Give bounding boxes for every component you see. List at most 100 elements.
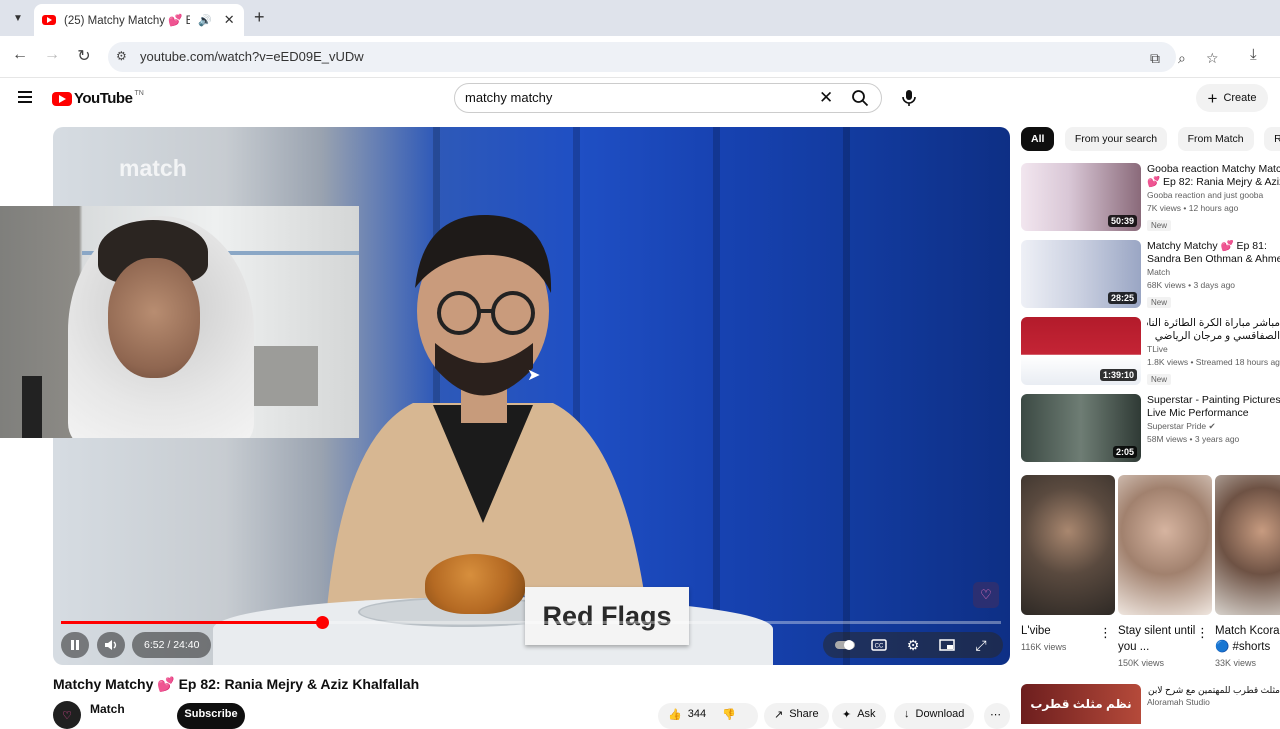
chip-from-match[interactable]: From Match xyxy=(1177,127,1254,151)
like-count[interactable]: 344 xyxy=(688,708,706,720)
recommendation-item[interactable]: 1:39:10 مباشر مباراة الكرة الطائرة الناد… xyxy=(1021,317,1280,385)
miniplayer-icon[interactable] xyxy=(935,632,959,658)
short-thumbnail[interactable] xyxy=(1215,475,1280,615)
search-box: ✕ xyxy=(454,83,882,113)
install-app-icon[interactable]: ⧉ xyxy=(1150,50,1160,67)
browser-tab-active[interactable]: (25) Matchy Matchy 💕 Ep 🔊 ✕ xyxy=(34,4,244,36)
recommendation-channel: Aloramah Studio xyxy=(1147,697,1210,707)
channel-avatar[interactable]: ♡ xyxy=(53,701,81,729)
url-text[interactable]: youtube.com/watch?v=eED09E_vUDw xyxy=(140,49,364,64)
fullscreen-icon[interactable]: ⤢ xyxy=(969,632,993,658)
recommendation-info[interactable]: Gooba reaction Matchy Matchy 💕 Ep 82: Ra… xyxy=(1147,163,1280,233)
like-thumb-icon[interactable]: 👍 xyxy=(668,708,682,721)
ask-label: Ask xyxy=(857,708,876,720)
recommendation-item[interactable]: 28:25 Matchy Matchy 💕 Ep 81: Sandra Ben … xyxy=(1021,240,1280,308)
search-input[interactable] xyxy=(465,90,805,105)
short-more-icon[interactable]: ⋮ xyxy=(1099,625,1112,641)
recommendation-info[interactable]: مباشر مباراة الكرة الطائرة النادي الرياض… xyxy=(1147,317,1280,387)
recommendation-info[interactable]: Superstar - Painting Pictures Live Mic P… xyxy=(1147,394,1280,446)
short-title-text: Stay silent until you ... xyxy=(1118,625,1196,653)
volume-button[interactable] xyxy=(97,632,125,658)
filter-chips: All From your search From Match Relat xyxy=(1021,127,1280,151)
recommendation-item[interactable]: 50:39 Gooba reaction Matchy Matchy 💕 Ep … xyxy=(1021,163,1280,231)
reload-icon[interactable]: ↻ xyxy=(73,46,95,66)
short-views: 150K views xyxy=(1118,658,1165,668)
menu-hamburger-icon[interactable] xyxy=(18,91,32,103)
recommendation-title-line2: Live Mic Performance xyxy=(1147,407,1249,419)
country-code: TN xyxy=(134,90,144,97)
forward-arrow-icon[interactable]: → xyxy=(41,46,63,64)
autoplay-toggle-icon xyxy=(835,640,855,650)
tab-list-chevron-icon[interactable]: ▼ xyxy=(8,8,28,28)
share-icon: ↗ xyxy=(774,708,784,721)
zoom-icon[interactable]: ⌕ xyxy=(1178,50,1186,67)
search-icon[interactable] xyxy=(851,89,869,107)
youtube-header: YouTube TN ✕ + Create xyxy=(0,78,1280,120)
tab-audio-icon[interactable]: 🔊 xyxy=(198,14,212,27)
chip-all[interactable]: All xyxy=(1021,127,1055,151)
recommendation-thumbnail[interactable]: 1:39:10 xyxy=(1021,317,1141,385)
curtain-fold xyxy=(713,127,720,665)
short-more-icon[interactable]: ⋮ xyxy=(1196,625,1209,641)
short-item[interactable]: L'vibe 116K views ⋮ xyxy=(1021,475,1115,652)
downloads-icon[interactable]: ⤓ xyxy=(1250,46,1257,63)
chip-from-your-search[interactable]: From your search xyxy=(1064,127,1168,151)
chip-related[interactable]: Relat xyxy=(1264,127,1280,151)
recommendation-thumbnail[interactable]: 2:05 xyxy=(1021,394,1141,462)
time-display: 6:52 / 24:40 xyxy=(132,632,212,658)
like-dislike-group: 👍 344 👎 xyxy=(658,703,758,729)
short-title[interactable]: L'vibe 116K views xyxy=(1021,623,1099,655)
site-info-icon[interactable]: ⚙ xyxy=(116,49,132,65)
channel-watermark-icon[interactable]: ♡ xyxy=(973,582,999,608)
autoplay-toggle[interactable] xyxy=(833,632,857,658)
clear-search-icon[interactable]: ✕ xyxy=(819,88,833,108)
subscribe-button[interactable]: Subscribe xyxy=(177,703,245,729)
curtain-fold xyxy=(843,127,850,665)
short-thumbnail[interactable] xyxy=(1118,475,1212,615)
address-bar[interactable]: ⚙ youtube.com/watch?v=eED09E_vUDw ⧉ ⌕ ☆ xyxy=(108,42,1219,72)
new-tab-plus-icon[interactable]: + xyxy=(254,7,265,28)
video-title: Matchy Matchy 💕 Ep 82: Rania Mejry & Azi… xyxy=(53,676,420,692)
short-item[interactable]: Match Kcora 🔵 #shorts 33K views xyxy=(1215,475,1280,668)
captions-icon[interactable]: CC xyxy=(867,632,891,658)
recommendation-item[interactable]: نظم مثلث قطرب مثلث قطرب للمهتمين مع شرح … xyxy=(1021,684,1280,724)
webcam-overlay xyxy=(0,206,359,438)
share-button[interactable]: ↗ Share xyxy=(764,703,829,729)
ask-button[interactable]: ✦ Ask xyxy=(832,703,886,729)
settings-gear-icon[interactable]: ⚙ xyxy=(901,632,925,658)
download-button[interactable]: ↓ Download xyxy=(894,703,975,729)
recommendation-item[interactable]: 2:05 Superstar - Painting Pictures Live … xyxy=(1021,394,1280,462)
recommendation-title: Superstar - Painting Pictures xyxy=(1147,394,1280,406)
youtube-logo[interactable]: YouTube TN xyxy=(52,90,144,107)
pause-button[interactable] xyxy=(61,632,89,658)
dislike-thumb-icon[interactable]: 👎 xyxy=(722,708,736,721)
tab-close-icon[interactable]: ✕ xyxy=(224,12,235,28)
voice-search-mic-icon[interactable] xyxy=(898,87,920,109)
short-item[interactable]: Stay silent until you ... 150K views ⋮ xyxy=(1118,475,1212,668)
recommendation-info[interactable]: مثلث قطرب للمهتمين مع شرح لابن زريق Alor… xyxy=(1147,684,1280,708)
download-label: Download xyxy=(915,708,965,720)
recommendation-thumbnail[interactable]: 28:25 xyxy=(1021,240,1141,308)
share-label: Share xyxy=(789,708,819,720)
create-button[interactable]: + Create xyxy=(1196,84,1268,112)
short-title[interactable]: Stay silent until you ... 150K views xyxy=(1118,623,1196,671)
video-duration: 1:39:10 xyxy=(1099,369,1137,381)
new-badge: New xyxy=(1147,220,1172,231)
recommendation-meta: 68K views • 3 days ago xyxy=(1147,280,1236,290)
recommendation-title: Gooba reaction Matchy Matchy xyxy=(1147,163,1280,175)
back-arrow-icon[interactable]: ← xyxy=(9,46,31,64)
short-thumbnail[interactable] xyxy=(1021,475,1115,615)
recommendation-thumbnail[interactable]: 50:39 xyxy=(1021,163,1141,231)
video-duration: 28:25 xyxy=(1107,292,1137,304)
sparkle-icon: ✦ xyxy=(842,708,852,721)
bookmark-star-icon[interactable]: ☆ xyxy=(1206,50,1219,67)
youtube-favicon-icon xyxy=(42,15,56,25)
short-title[interactable]: Match Kcora 🔵 #shorts 33K views xyxy=(1215,623,1280,671)
recommendation-info[interactable]: Matchy Matchy 💕 Ep 81: Sandra Ben Othman… xyxy=(1147,240,1280,310)
recommendation-thumbnail[interactable]: نظم مثلث قطرب xyxy=(1021,684,1141,724)
tab-title: (25) Matchy Matchy 💕 Ep xyxy=(64,15,190,27)
placard-text: Red Flags xyxy=(542,600,672,631)
progress-bar[interactable] xyxy=(61,616,1001,629)
channel-name[interactable]: Match xyxy=(90,702,125,716)
more-actions-icon[interactable]: ⋯ xyxy=(984,703,1010,729)
